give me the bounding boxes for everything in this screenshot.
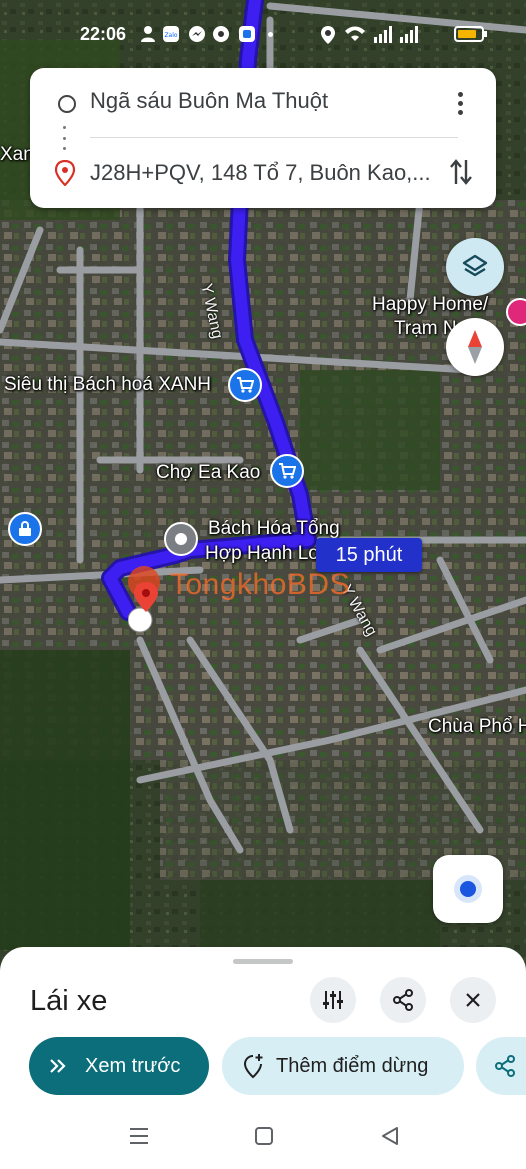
route-options-button[interactable]	[310, 977, 356, 1023]
share-button[interactable]	[380, 977, 426, 1023]
wifi-icon	[345, 26, 365, 41]
sheet-drag-handle[interactable]	[233, 959, 293, 964]
dot-icon	[268, 32, 273, 37]
share-icon	[495, 1055, 515, 1077]
shopping-cart-icon[interactable]	[228, 368, 262, 402]
share-icon	[393, 989, 413, 1011]
map-label-bach-hoa-2[interactable]: Hợp Hạnh Lo	[205, 543, 319, 565]
compass-icon	[468, 330, 482, 364]
add-stop-button[interactable]: Thêm điểm dừng	[222, 1037, 464, 1095]
route-duration-badge[interactable]: 15 phút	[316, 538, 422, 572]
layers-icon	[462, 254, 488, 277]
more-options-icon[interactable]	[450, 88, 470, 118]
double-chevron-icon	[50, 1059, 66, 1073]
person-icon	[141, 26, 155, 42]
shopping-cart-icon[interactable]	[270, 454, 304, 488]
swap-directions-icon[interactable]	[448, 156, 474, 188]
travel-mode-title: Lái xe	[30, 985, 108, 1017]
map-label-cho-ea-kao[interactable]: Chợ Ea Kao	[156, 462, 260, 484]
happy-home-pin[interactable]	[506, 298, 526, 326]
my-location-icon	[460, 881, 476, 897]
battery-icon	[454, 26, 487, 42]
close-button[interactable]	[450, 977, 496, 1023]
map-label-happy-home[interactable]: Happy Home/	[372, 294, 488, 316]
app-icon	[239, 26, 255, 42]
destination-field[interactable]: J28H+PQV, 148 Tổ 7, Buôn Kao,...	[90, 160, 431, 186]
destination-marker-icon	[54, 160, 76, 186]
sliders-icon	[323, 991, 343, 1009]
status-time: 22:06	[80, 24, 127, 44]
close-icon	[466, 993, 480, 1007]
zalo-icon: Zalo	[163, 26, 179, 42]
directions-card: Ngã sáu Buôn Ma Thuột J28H+PQV, 148 Tổ 7…	[30, 68, 496, 208]
map-label-sieu-thi[interactable]: Siêu thị Bách hoá XANH	[4, 374, 211, 396]
compass-button[interactable]	[446, 318, 504, 376]
svg-text:Zalo: Zalo	[164, 32, 177, 39]
add-stop-label: Thêm điểm dừng	[276, 1054, 429, 1077]
share-route-button[interactable]	[476, 1037, 526, 1095]
map-label-xan[interactable]: Xan	[0, 144, 34, 166]
bach-hoa-pin[interactable]	[164, 522, 198, 556]
preview-button[interactable]: Xem trước	[29, 1037, 209, 1095]
destination-pin-icon[interactable]	[128, 580, 164, 636]
origin-field[interactable]: Ngã sáu Buôn Ma Thuột	[90, 88, 328, 114]
location-icon	[321, 26, 335, 44]
preview-label: Xem trước	[85, 1054, 181, 1077]
status-bar: 22:06 Zalo	[0, 20, 526, 50]
back-icon[interactable]	[380, 1126, 400, 1146]
lock-icon[interactable]	[8, 512, 42, 546]
messenger-icon	[189, 26, 205, 42]
signal-icon	[374, 26, 418, 43]
watermark-text: TongkhoBDS	[170, 568, 351, 601]
map-label-chua[interactable]: Chùa Phổ H	[428, 716, 526, 738]
system-navigation-bar	[0, 1112, 526, 1162]
field-divider	[90, 137, 458, 138]
map-label-bach-hoa[interactable]: Bách Hóa Tổng	[208, 518, 340, 540]
menu-icon[interactable]	[128, 1126, 150, 1146]
chrome-icon	[213, 26, 229, 42]
layers-button[interactable]	[446, 238, 504, 296]
origin-circle-icon	[58, 95, 76, 113]
home-icon[interactable]	[254, 1126, 274, 1146]
add-location-icon	[243, 1054, 263, 1079]
my-location-button[interactable]	[433, 855, 503, 923]
route-dots	[63, 126, 67, 150]
